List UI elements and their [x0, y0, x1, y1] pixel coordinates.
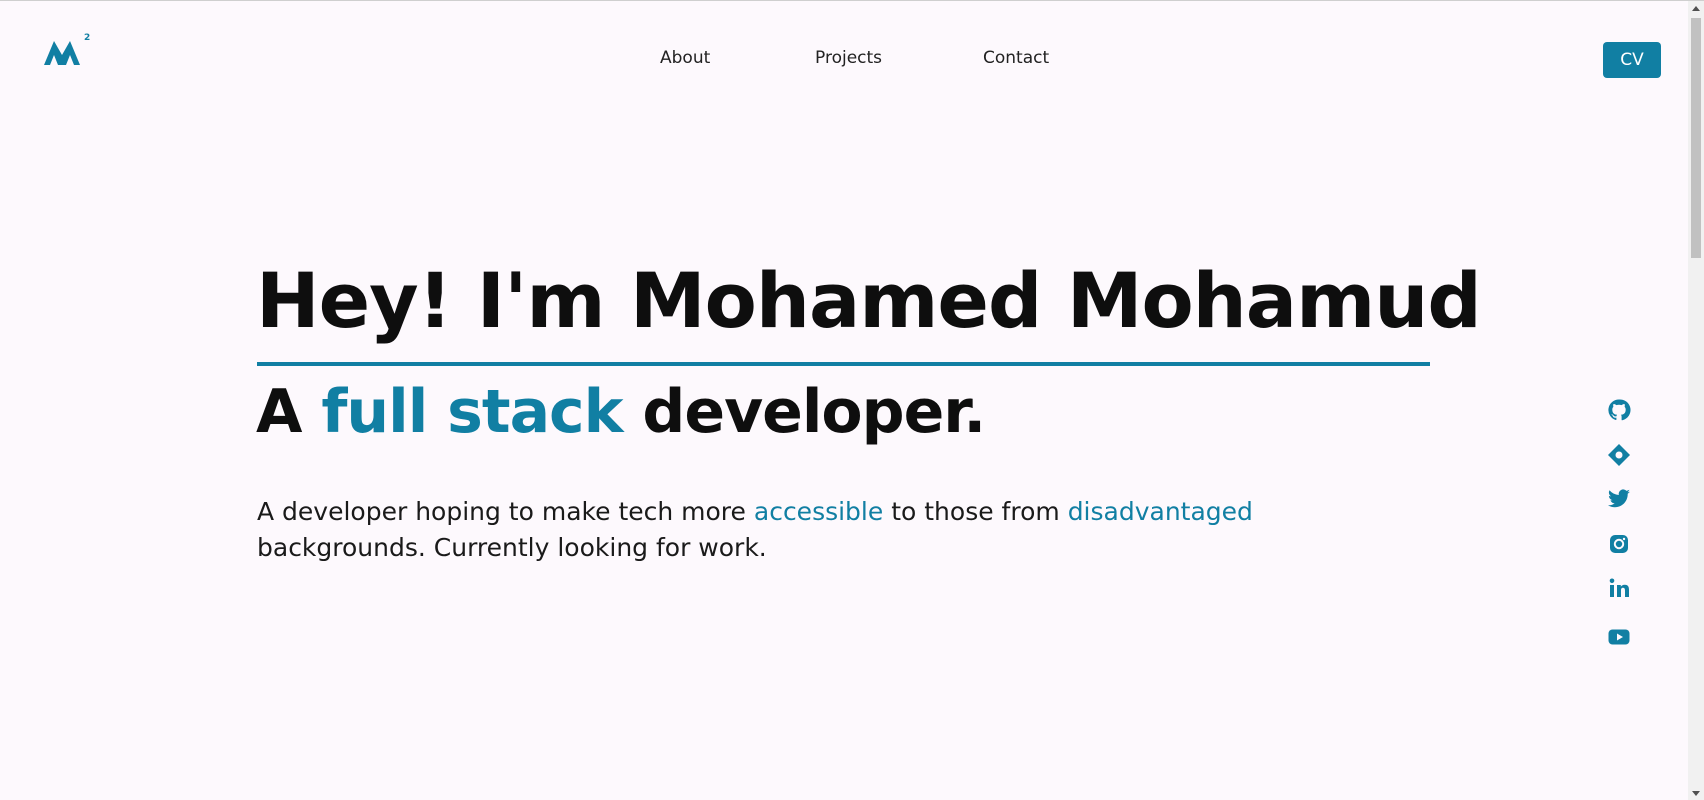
desc-part-3: backgrounds. Currently looking for work.	[257, 533, 767, 562]
youtube-icon	[1608, 629, 1630, 645]
desc-part-2: to those from	[883, 497, 1068, 526]
github-icon	[1608, 399, 1631, 421]
youtube-link[interactable]	[1606, 624, 1632, 650]
github-link[interactable]	[1606, 397, 1632, 423]
location-link[interactable]	[1606, 442, 1632, 468]
nav-link-contact[interactable]: Contact	[983, 48, 1049, 68]
svg-text:2: 2	[84, 33, 90, 43]
nav-link-about[interactable]: About	[660, 48, 710, 68]
desc-accent-accessible: accessible	[753, 497, 884, 526]
scroll-down-arrow-icon[interactable]	[1692, 791, 1700, 796]
desc-part-1: A developer hoping to make tech more	[257, 497, 754, 526]
cv-button[interactable]: CV	[1603, 42, 1661, 78]
instagram-link[interactable]	[1606, 531, 1632, 557]
twitter-link[interactable]	[1606, 486, 1632, 512]
scroll-thumb[interactable]	[1691, 18, 1701, 258]
hero-subtitle: A full stack developer.	[256, 377, 986, 447]
desc-accent-disadvantaged: disadvantaged	[1067, 497, 1253, 526]
location-icon	[1608, 444, 1630, 466]
hero-divider	[257, 362, 1430, 366]
instagram-icon	[1610, 535, 1628, 553]
linkedin-icon	[1609, 578, 1629, 597]
nav-link-projects[interactable]: Projects	[815, 48, 882, 68]
hero-sub-prefix: A	[256, 377, 322, 447]
scrollbar[interactable]	[1688, 1, 1704, 800]
hero-description: A developer hoping to make tech more acc…	[257, 494, 1407, 566]
linkedin-link[interactable]	[1606, 575, 1632, 601]
main-nav: About Projects Contact	[0, 48, 1688, 78]
hero-sub-suffix: developer.	[622, 377, 986, 447]
hero-title: Hey! I'm Mohamed Mohamud	[256, 256, 1482, 345]
scroll-up-arrow-icon[interactable]	[1692, 6, 1700, 11]
twitter-icon	[1608, 489, 1630, 508]
hero-sub-accent: full stack	[321, 377, 623, 447]
